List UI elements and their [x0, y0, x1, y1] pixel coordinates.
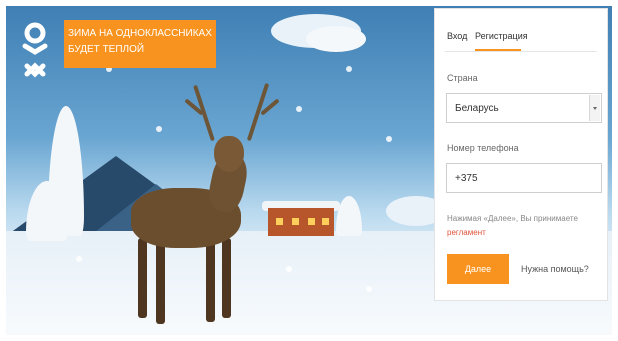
country-label: Страна — [447, 73, 478, 83]
house-window — [276, 218, 283, 225]
promo-banner[interactable]: ЗИМА НА ОДНОКЛАССНИКАХ БУДЕТ ТЕПЛОЙ — [64, 20, 216, 68]
snowflake — [76, 256, 82, 262]
house-window — [322, 218, 329, 225]
deer-leg — [206, 238, 215, 322]
house-window — [292, 218, 299, 225]
house-window — [308, 218, 315, 225]
active-tab-indicator — [475, 49, 521, 51]
deer-head — [214, 136, 244, 172]
phone-value: +375 — [455, 173, 478, 184]
tab-login[interactable]: Вход — [447, 31, 467, 41]
help-link[interactable]: Нужна помощь? — [521, 264, 589, 274]
terms-text: Нажимая «Далее», Вы принимаете — [447, 214, 578, 223]
snowflake — [156, 126, 162, 132]
phone-label: Номер телефона — [447, 143, 519, 153]
next-button[interactable]: Далее — [447, 254, 509, 284]
auth-tabs: Вход Регистрация — [445, 27, 597, 52]
snowflake — [366, 286, 372, 292]
snowflake — [346, 66, 352, 72]
deer-leg — [156, 238, 165, 324]
ok-logo[interactable] — [20, 22, 50, 96]
terms-link[interactable]: регламент — [447, 228, 486, 237]
snowflake — [286, 266, 292, 272]
snowflake — [296, 106, 302, 112]
snowflake — [386, 136, 392, 142]
phone-input[interactable]: +375 — [446, 163, 602, 193]
deer-leg — [222, 238, 231, 318]
deer-antler — [193, 84, 215, 142]
tab-registration[interactable]: Регистрация — [475, 31, 528, 41]
auth-panel: Вход Регистрация Страна Беларусь Номер т… — [434, 8, 608, 301]
deer-leg — [138, 238, 147, 318]
terms-notice: Нажимая «Далее», Вы принимаете регламент — [447, 212, 597, 240]
cloud — [306, 26, 366, 52]
promo-line-2: БУДЕТ ТЕПЛОЙ — [68, 44, 145, 55]
ok-logo-icon — [20, 22, 50, 92]
promo-line-1: ЗИМА НА ОДНОКЛАССНИКАХ — [68, 28, 212, 39]
country-select[interactable]: Беларусь — [446, 93, 602, 123]
snowy-tree — [336, 196, 362, 236]
dropdown-arrow-icon[interactable] — [589, 95, 600, 121]
country-value: Беларусь — [455, 103, 499, 114]
